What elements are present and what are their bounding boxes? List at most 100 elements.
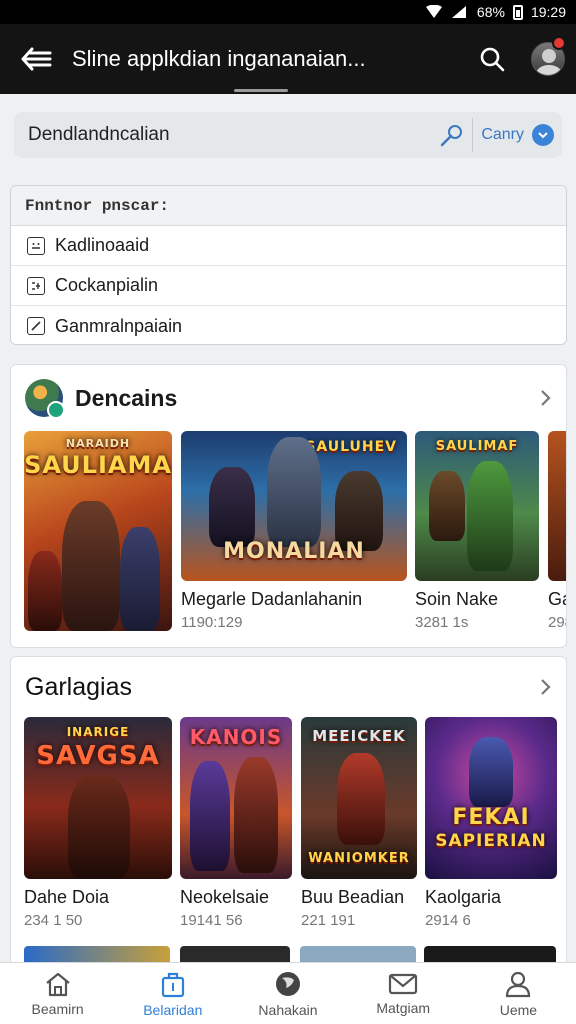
globe-icon — [276, 971, 300, 996]
arrow-left-icon — [21, 47, 52, 71]
app-card[interactable]: KANOIS Neokelsaie 19141 56 — [180, 717, 292, 929]
app-artwork: KANOIS — [180, 717, 292, 879]
battery-percent: 68% — [476, 4, 505, 20]
app-meta: 3281 1s — [415, 614, 469, 631]
app-card[interactable]: SAULUHEV MONALIAN Megarle Dadanlahanin 1… — [181, 431, 407, 631]
app-meta: 221 191 — [301, 912, 356, 929]
wifi-icon — [425, 5, 443, 19]
battery-icon — [512, 4, 523, 20]
status-bar: 68% 19:29 — [0, 0, 576, 24]
profile-button[interactable] — [520, 24, 576, 94]
app-card[interactable]: SAULIMAF Soin Nake 3281 1s — [415, 431, 539, 631]
filter-option-label: Ganmralnpaiain — [55, 315, 183, 336]
app-meta: 298 — [548, 614, 566, 631]
filter-panel-header: Fnntnor pnscar: — [11, 186, 566, 226]
app-meta: 234 1 50 — [24, 912, 83, 929]
chevron-down-icon — [532, 124, 554, 146]
filter-panel: Fnntnor pnscar: Kadlinoaaid Cockanpialin… — [10, 185, 567, 345]
tab-indicator — [234, 89, 288, 92]
section-header[interactable]: Dencains — [11, 365, 566, 431]
nav-label: Beamirn — [31, 1000, 84, 1017]
chevron-right-icon — [541, 390, 551, 406]
app-bar: Sline applkdian ingananaian... — [0, 24, 576, 94]
nav-label: Nahakain — [258, 1001, 318, 1018]
search-button[interactable] — [464, 24, 520, 94]
app-name: Megarle Dadanlahanin — [181, 589, 363, 609]
app-name: Neokelsaie — [180, 887, 270, 907]
filter-option-label: Cockanpialin — [55, 275, 159, 295]
voice-search-button[interactable] — [432, 112, 472, 158]
artwork-title: WANIOMKER — [308, 851, 410, 866]
nav-item-ueme[interactable]: Ueme — [461, 963, 576, 1024]
app-card[interactable]: Gar 298 — [548, 431, 566, 631]
app-artwork: FEKAI SAPIERIAN — [425, 717, 557, 879]
signal-icon — [451, 5, 469, 19]
artwork-title: MONALIAN — [223, 539, 365, 564]
back-button[interactable] — [0, 24, 72, 94]
clock: 19:29 — [530, 4, 566, 20]
nav-label: Ueme — [499, 1001, 538, 1018]
nav-item-nahakain[interactable]: Nahakain — [230, 963, 345, 1024]
microphone-icon — [441, 125, 463, 147]
artwork-title: SAULIMAF — [435, 439, 519, 454]
section-title: Garlagias — [25, 672, 132, 701]
search-icon — [480, 47, 505, 72]
search-input[interactable] — [14, 112, 433, 158]
artwork-subtitle: MEEICKEK — [312, 727, 406, 745]
home-icon — [45, 972, 70, 996]
artwork-title: SAULIAMA — [24, 451, 172, 479]
search-bar: Canry — [14, 112, 562, 158]
face-icon — [27, 236, 45, 255]
app-artwork: MEEICKEK WANIOMKER — [301, 717, 417, 879]
app-name: Dahe Doia — [24, 887, 110, 907]
category-dropdown[interactable]: Canry — [473, 112, 562, 158]
app-card[interactable]: INARIGE SAVGSA Dahe Doia 234 1 50 — [24, 717, 172, 929]
app-card[interactable]: FEKAI SAPIERIAN Kaolgaria 2914 6 — [425, 717, 557, 929]
category-label: Canry — [481, 126, 524, 143]
bottom-navigation: Beamirn Belaridan Nahakain Matgiam Ueme — [0, 962, 576, 1024]
app-carousel[interactable]: INARIGE SAVGSA Dahe Doia 234 1 50 KANOIS… — [11, 717, 566, 957]
section-avatar-icon — [25, 379, 65, 419]
nav-item-home[interactable]: Beamirn — [0, 963, 115, 1024]
app-meta: 19141 56 — [180, 912, 243, 929]
app-artwork: NARAIDH SAULIAMA — [24, 431, 172, 631]
app-card[interactable]: NARAIDH SAULIAMA — [24, 431, 172, 631]
artwork-subtitle: NARAIDH — [65, 437, 131, 450]
section-title: Dencains — [75, 384, 178, 411]
app-artwork: SAULUHEV MONALIAN — [181, 431, 407, 581]
nav-label: Belaridan — [143, 1001, 203, 1018]
filter-option[interactable]: Kadlinoaaid — [11, 226, 566, 266]
featured-section: Dencains NARAIDH SAULIAMA SAULUHEV MONAL… — [10, 364, 567, 648]
section-header[interactable]: Garlagias — [11, 657, 566, 717]
nav-label: Matgiam — [376, 999, 431, 1016]
app-artwork: INARIGE SAVGSA — [24, 717, 172, 879]
page-title: Sline applkdian ingananaian... — [72, 46, 366, 71]
notification-badge — [552, 36, 566, 50]
bag-icon — [161, 972, 184, 997]
app-artwork: SAULIMAF — [415, 431, 539, 581]
app-name: Buu Beadian — [301, 887, 405, 907]
app-meta: 1190:129 — [181, 614, 243, 631]
person-icon — [506, 971, 531, 997]
artwork-subtitle: FEKAI — [452, 805, 530, 830]
artwork-title: SAPIERIAN — [435, 831, 547, 851]
nav-item-matgiam[interactable]: Matgiam — [346, 963, 461, 1024]
mail-icon — [389, 973, 418, 994]
artwork-subtitle: INARIGE — [66, 725, 130, 739]
app-artwork — [548, 431, 566, 581]
grid-icon — [27, 276, 45, 295]
app-meta: 2914 6 — [425, 912, 471, 929]
artwork-title: SAVGSA — [36, 741, 160, 771]
filter-option[interactable]: Cockanpialin — [11, 266, 566, 306]
filter-option[interactable]: Ganmralnpaiain — [11, 306, 566, 344]
edit-icon — [27, 317, 45, 335]
chevron-right-icon — [541, 679, 551, 695]
nav-item-belaridan[interactable]: Belaridan — [115, 963, 230, 1024]
app-name: Soin Nake — [415, 589, 499, 609]
app-card[interactable]: MEEICKEK WANIOMKER Buu Beadian 221 191 — [301, 717, 417, 929]
app-carousel[interactable]: NARAIDH SAULIAMA SAULUHEV MONALIAN Megar… — [11, 431, 566, 641]
filter-option-label: Kadlinoaaid — [55, 235, 150, 255]
app-name: Kaolgaria — [425, 887, 502, 907]
games-section: Garlagias INARIGE SAVGSA Dahe Doia 234 1… — [10, 656, 567, 966]
app-name: Gar — [548, 589, 566, 609]
